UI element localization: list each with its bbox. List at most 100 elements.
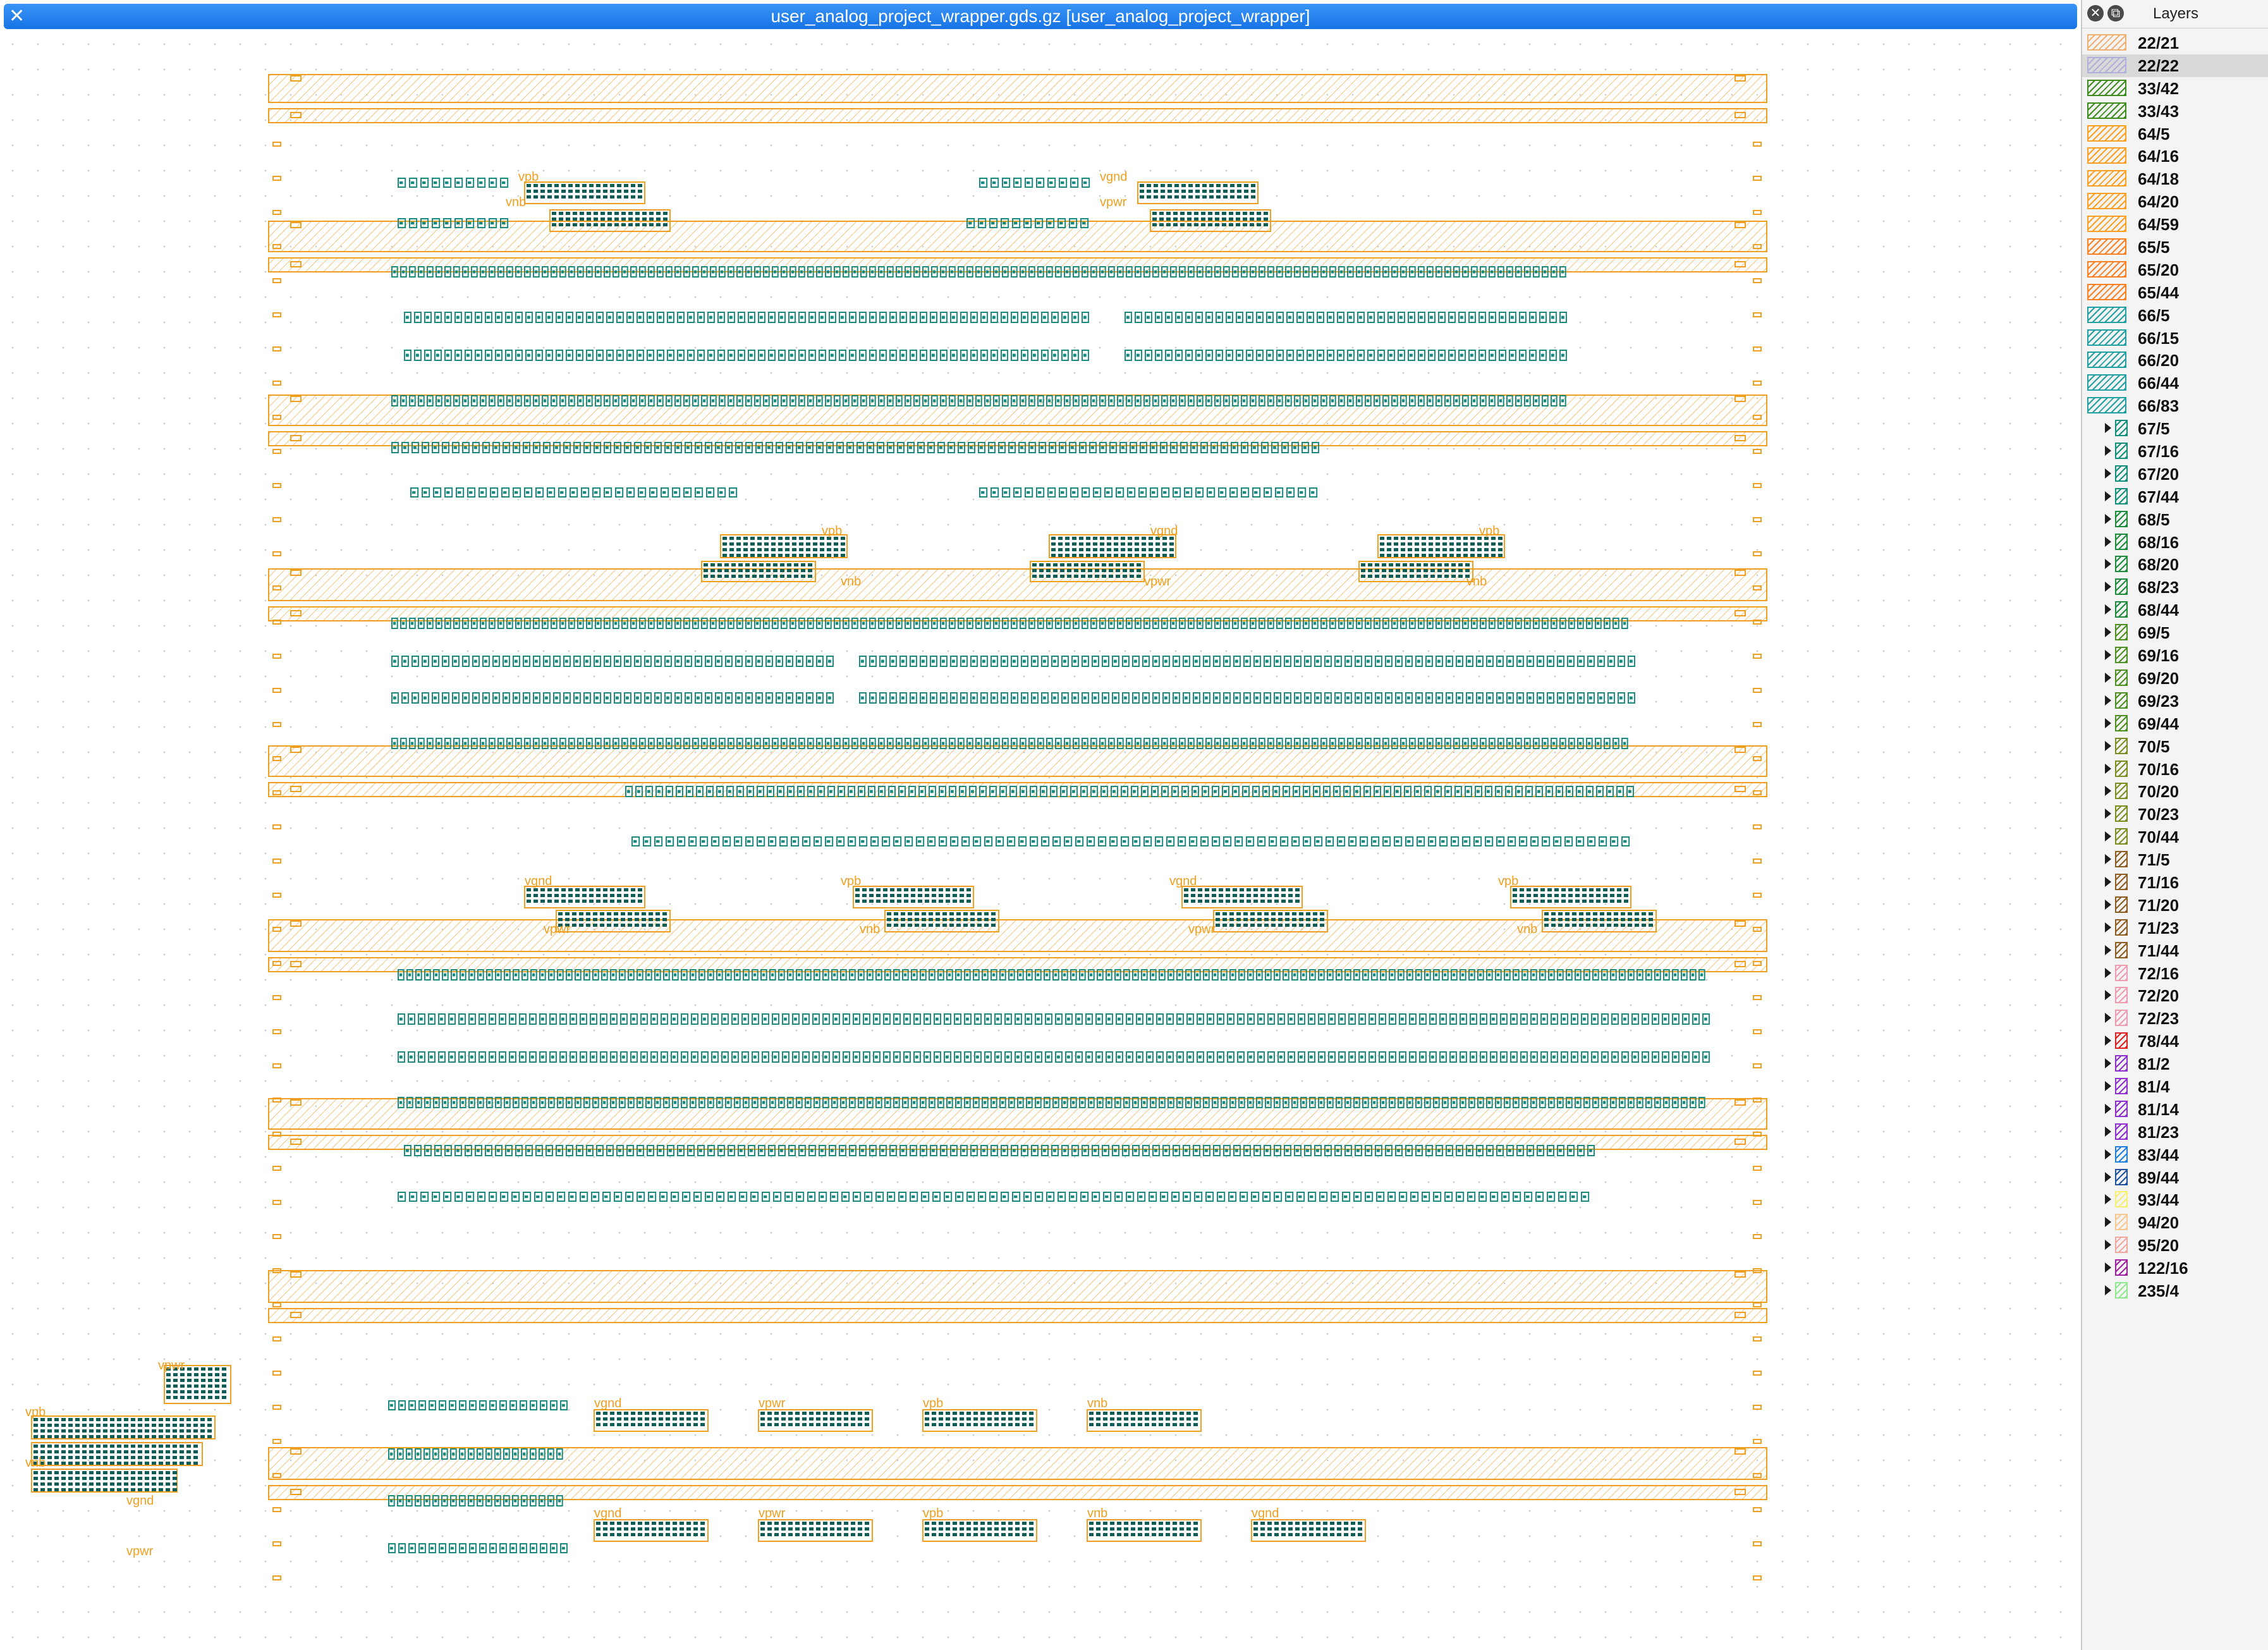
- cell-contact: [1630, 696, 1633, 700]
- dense-cell: [587, 217, 591, 221]
- cell-contact: [1359, 315, 1362, 319]
- cell-contact: [1508, 1149, 1511, 1152]
- dense-cell: [1095, 563, 1099, 566]
- cell-contact: [487, 353, 490, 357]
- cell-contact: [632, 1017, 635, 1021]
- cell-contact: [477, 353, 480, 357]
- cell-contact: [403, 696, 406, 700]
- dense-cell: [582, 184, 587, 187]
- cell-contact: [747, 270, 750, 274]
- cell-contact: [1612, 1101, 1615, 1104]
- dense-cell: [1051, 554, 1056, 557]
- cell-contact: [1362, 840, 1365, 843]
- dense-cell: [568, 184, 573, 187]
- cell-contact: [1482, 742, 1485, 745]
- cell-contact: [1429, 621, 1432, 625]
- cell-contact: [1552, 1017, 1556, 1021]
- cell-contact: [1322, 399, 1326, 403]
- dense-cell: [1114, 542, 1118, 546]
- cell-contact: [479, 181, 483, 185]
- cell-contact: [861, 659, 864, 663]
- cell-contact: [804, 1055, 807, 1059]
- cell-contact: [1003, 659, 1006, 663]
- cell-contact: [1440, 315, 1443, 319]
- cell-contact: [1643, 1017, 1647, 1021]
- layout-canvas[interactable]: vpb vnb vgnd vpwr vpb vnb vgnd vpwr vpb vnb vgnd vp…: [0, 32, 2080, 1650]
- dense-cell: [1039, 569, 1044, 572]
- cell-contact: [1384, 621, 1387, 625]
- cell-contact: [790, 315, 793, 319]
- cell-contact: [1276, 1101, 1279, 1104]
- cell-contact: [1241, 1195, 1245, 1199]
- cell-contact: [623, 621, 626, 625]
- cell-contact: [1473, 621, 1476, 625]
- dense-cell: [710, 563, 715, 566]
- cell-contact: [924, 270, 927, 274]
- cell-contact: [636, 659, 639, 663]
- cell-contact: [889, 621, 892, 625]
- dense-cell: [603, 190, 607, 193]
- cell-contact: [1665, 1101, 1668, 1104]
- cell-contact: [1181, 399, 1184, 403]
- cell-contact: [1219, 1195, 1222, 1199]
- layout-drawing[interactable]: vpbvnbvgndvpwrvpbvnbvgndvpwrvpbvnbvgndvp…: [0, 32, 2080, 1650]
- cell-contact: [1033, 353, 1036, 357]
- dense-cell: [1107, 554, 1111, 557]
- dense-cell: [792, 542, 796, 546]
- cell-contact: [1286, 696, 1289, 700]
- cell-contact: [700, 973, 704, 977]
- cell-contact: [933, 270, 936, 274]
- dense-cell: [1142, 542, 1146, 546]
- cell-contact: [922, 1149, 925, 1152]
- cell-contact: [1114, 1149, 1117, 1152]
- cell-contact: [1305, 399, 1308, 403]
- cell-contact: [632, 621, 635, 625]
- cell-contact: [922, 353, 925, 357]
- cell-contact: [960, 621, 963, 625]
- cell-contact: [656, 840, 660, 843]
- dense-cell: [1114, 548, 1118, 551]
- cell-contact: [1377, 696, 1380, 700]
- cell-contact: [798, 973, 801, 977]
- cell-contact: [992, 353, 996, 357]
- dense-cell: [533, 190, 538, 193]
- cell-contact: [1630, 973, 1633, 977]
- dense-cell: [787, 575, 791, 578]
- cell-contact: [1288, 353, 1291, 357]
- cell-contact: [1025, 1195, 1029, 1199]
- cell-contact: [991, 1195, 995, 1199]
- cell-contact: [446, 742, 449, 745]
- dense-cell: [1147, 195, 1151, 199]
- cell-contact: [913, 973, 916, 977]
- cell-contact: [1238, 353, 1241, 357]
- cell-contact: [1013, 1149, 1016, 1152]
- window-title-bar[interactable]: ✕ user_analog_project_wrapper.gds.gz [us…: [4, 4, 2077, 29]
- cell-contact: [1066, 840, 1070, 843]
- cell-contact: [824, 973, 827, 977]
- cell-contact: [844, 399, 848, 403]
- cell-contact: [807, 973, 810, 977]
- cell-contact: [1014, 1195, 1018, 1199]
- dense-cell: [649, 223, 654, 226]
- cell-contact: [1402, 399, 1405, 403]
- cell-contact: [1252, 742, 1255, 745]
- dense-cell: [1154, 184, 1158, 187]
- cell-contact: [743, 1017, 747, 1021]
- cell-contact: [1569, 1149, 1572, 1152]
- cell-contact: [544, 742, 547, 745]
- cell-contact: [1599, 696, 1602, 700]
- cell-contact: [665, 973, 668, 977]
- cell-contact: [593, 1195, 597, 1199]
- dense-cell: [1202, 190, 1207, 193]
- cell-contact: [1600, 840, 1604, 843]
- cell-contact: [1231, 1101, 1235, 1104]
- cell-contact: [1258, 973, 1261, 977]
- cell-contact: [911, 1149, 915, 1152]
- dense-cell: [596, 190, 601, 193]
- cell-contact: [1142, 446, 1145, 449]
- cell-contact: [808, 659, 811, 663]
- cell-contact: [1030, 621, 1033, 625]
- cell-contact: [836, 742, 839, 745]
- cell-contact: [703, 399, 706, 403]
- cell-contact: [1252, 270, 1255, 274]
